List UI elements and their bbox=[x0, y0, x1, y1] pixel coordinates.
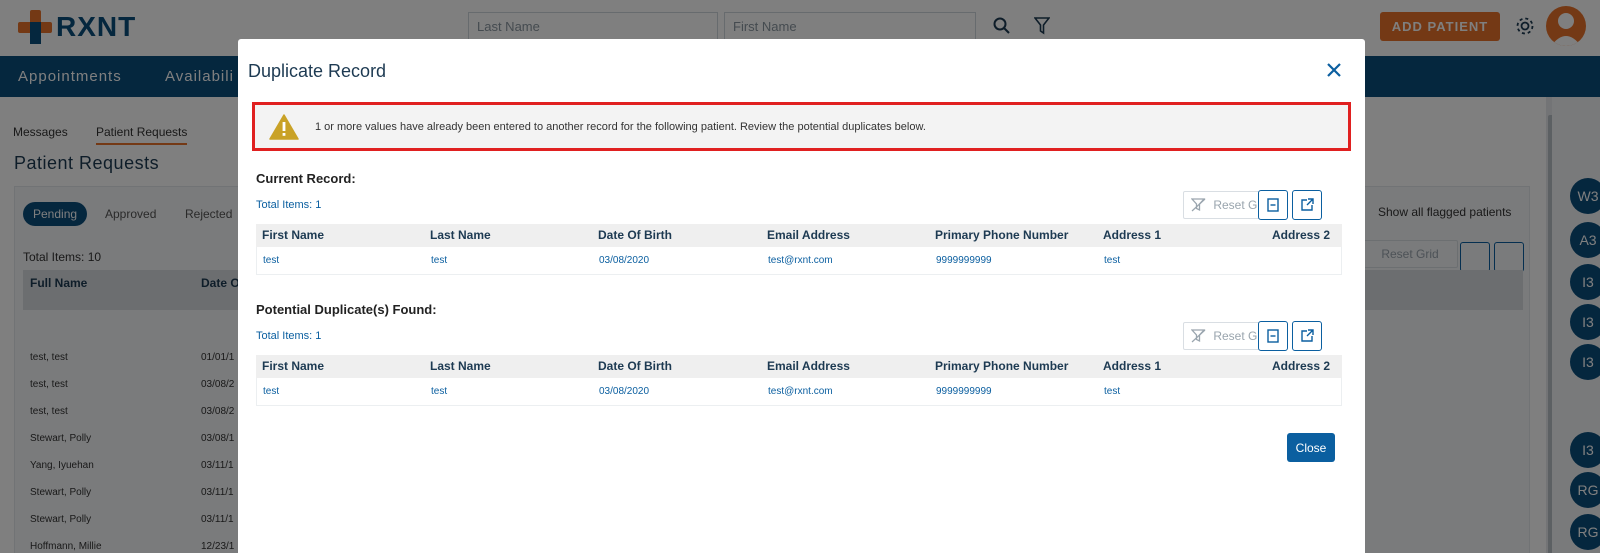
filter-clear-icon bbox=[1191, 329, 1206, 343]
grid-header: First Name Last Name Date Of Birth Email… bbox=[256, 355, 1342, 378]
duplicates-title: Potential Duplicate(s) Found: bbox=[256, 302, 437, 317]
cell-phone: 9999999999 bbox=[936, 386, 992, 397]
close-button[interactable]: Close bbox=[1287, 433, 1335, 462]
table-row[interactable]: test test 03/08/2020 test@rxnt.com 99999… bbox=[256, 247, 1342, 275]
col-address1[interactable]: Address 1 bbox=[1103, 359, 1161, 373]
col-dob[interactable]: Date Of Birth bbox=[598, 359, 672, 373]
col-address1[interactable]: Address 1 bbox=[1103, 228, 1161, 242]
col-first-name[interactable]: First Name bbox=[262, 228, 324, 242]
col-address2[interactable]: Address 2 bbox=[1272, 228, 1342, 242]
col-phone[interactable]: Primary Phone Number bbox=[935, 359, 1068, 373]
export-file-icon bbox=[1267, 329, 1279, 343]
modal-title: Duplicate Record bbox=[248, 61, 387, 81]
cell-email: test@rxnt.com bbox=[768, 386, 833, 397]
current-total-items: Total Items: 1 bbox=[256, 199, 322, 211]
current-record-title: Current Record: bbox=[256, 171, 356, 186]
col-last-name[interactable]: Last Name bbox=[430, 228, 491, 242]
cell-dob: 03/08/2020 bbox=[599, 386, 650, 397]
col-dob[interactable]: Date Of Birth bbox=[598, 228, 672, 242]
cell-phone: 9999999999 bbox=[936, 255, 992, 266]
duplicate-warning-alert: 1 or more values have already been enter… bbox=[252, 102, 1351, 151]
cell-address1: test bbox=[1104, 386, 1121, 397]
cell-first-name: test bbox=[263, 386, 280, 397]
close-icon[interactable] bbox=[1323, 59, 1345, 81]
share-icon bbox=[1301, 198, 1314, 211]
col-email[interactable]: Email Address bbox=[767, 228, 850, 242]
current-share-button[interactable] bbox=[1292, 190, 1322, 220]
duplicates-share-button[interactable] bbox=[1292, 321, 1322, 351]
share-icon bbox=[1301, 329, 1314, 342]
cell-address1: test bbox=[1104, 255, 1121, 266]
cell-last-name: test bbox=[431, 386, 448, 397]
table-row[interactable]: test test 03/08/2020 test@rxnt.com 99999… bbox=[256, 378, 1342, 406]
duplicate-record-modal: Duplicate Record 1 or more values have a… bbox=[238, 39, 1365, 553]
col-last-name[interactable]: Last Name bbox=[430, 359, 491, 373]
export-file-icon bbox=[1267, 198, 1279, 212]
duplicates-export-button[interactable] bbox=[1258, 321, 1288, 351]
grid-header: First Name Last Name Date Of Birth Email… bbox=[256, 224, 1342, 247]
col-phone[interactable]: Primary Phone Number bbox=[935, 228, 1068, 242]
cell-email: test@rxnt.com bbox=[768, 255, 833, 266]
cell-last-name: test bbox=[431, 255, 448, 266]
cell-dob: 03/08/2020 bbox=[599, 255, 650, 266]
current-export-button[interactable] bbox=[1258, 190, 1288, 220]
current-record-grid: First Name Last Name Date Of Birth Email… bbox=[256, 224, 1342, 275]
alert-text: 1 or more values have already been enter… bbox=[315, 120, 926, 133]
duplicates-total-items: Total Items: 1 bbox=[256, 330, 322, 342]
col-email[interactable]: Email Address bbox=[767, 359, 850, 373]
col-first-name[interactable]: First Name bbox=[262, 359, 324, 373]
col-address2[interactable]: Address 2 bbox=[1272, 359, 1342, 373]
warning-icon bbox=[269, 113, 299, 140]
filter-clear-icon bbox=[1191, 198, 1206, 212]
duplicates-grid: First Name Last Name Date Of Birth Email… bbox=[256, 355, 1342, 406]
cell-first-name: test bbox=[263, 255, 280, 266]
